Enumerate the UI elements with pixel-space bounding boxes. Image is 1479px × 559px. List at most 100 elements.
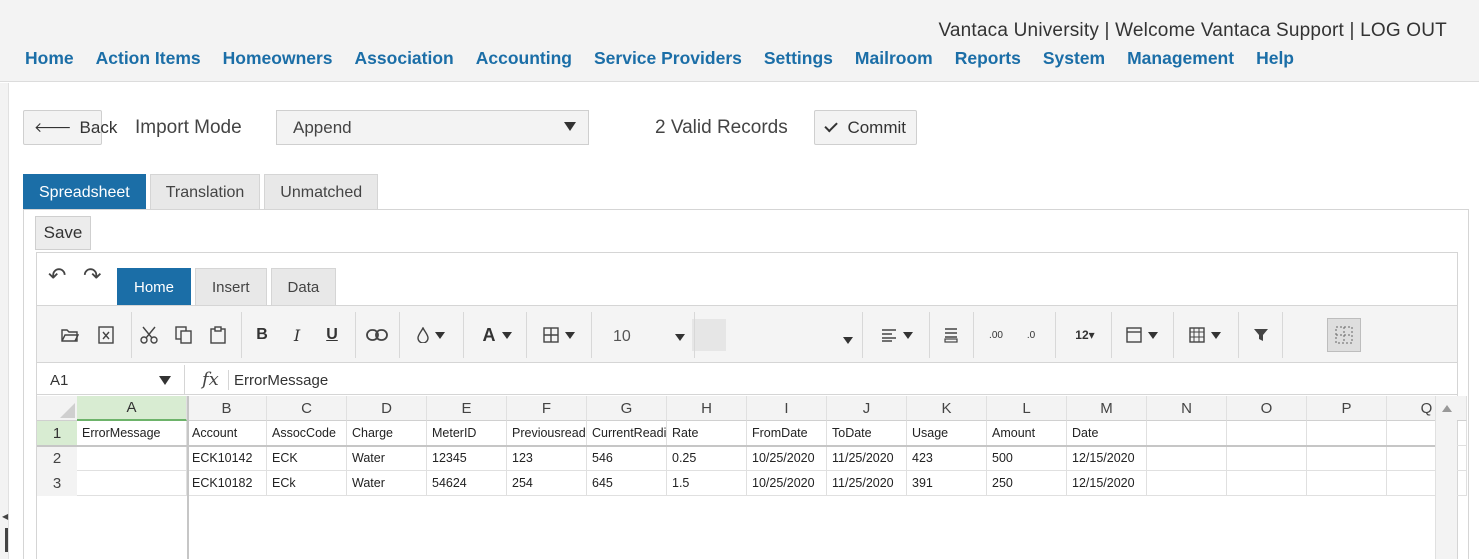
row-header-3[interactable]: 3: [37, 471, 77, 496]
gridlines-toggle-icon[interactable]: [1327, 318, 1361, 352]
cell-d3[interactable]: Water: [347, 471, 427, 496]
cell-m1[interactable]: Date: [1067, 421, 1147, 446]
nav-action-items[interactable]: Action Items: [85, 48, 212, 69]
font-size-dropdown-button[interactable]: [692, 319, 726, 351]
cell-m2[interactable]: 12/15/2020: [1067, 446, 1147, 471]
link-icon[interactable]: [364, 324, 390, 346]
cell-a2[interactable]: [77, 446, 187, 471]
cell-l1[interactable]: Amount: [987, 421, 1067, 446]
cell-p2[interactable]: [1307, 446, 1387, 471]
ribbon-tab-insert[interactable]: Insert: [195, 268, 267, 305]
cell-j3[interactable]: 11/25/2020: [827, 471, 907, 496]
cell-m3[interactable]: 12/15/2020: [1067, 471, 1147, 496]
cell-format-icon[interactable]: [1122, 324, 1162, 346]
cell-f3[interactable]: 254: [507, 471, 587, 496]
cell-reference-box[interactable]: A1: [50, 372, 68, 389]
function-icon[interactable]: fx: [202, 369, 219, 390]
paste-icon[interactable]: [207, 324, 229, 346]
nav-reports[interactable]: Reports: [944, 48, 1032, 69]
cell-n1[interactable]: [1147, 421, 1227, 446]
column-header-n[interactable]: N: [1147, 396, 1227, 421]
cell-p3[interactable]: [1307, 471, 1387, 496]
column-header-j[interactable]: J: [827, 396, 907, 421]
nav-homeowners[interactable]: Homeowners: [212, 48, 344, 69]
cell-e3[interactable]: 54624: [427, 471, 507, 496]
excel-export-icon[interactable]: [95, 324, 117, 346]
cell-h2[interactable]: 0.25: [667, 446, 747, 471]
cell-e1[interactable]: MeterID: [427, 421, 507, 446]
collapse-arrow-icon[interactable]: ◀: [2, 512, 8, 521]
cell-j2[interactable]: 11/25/2020: [827, 446, 907, 471]
cell-o2[interactable]: [1227, 446, 1307, 471]
fill-color-icon[interactable]: [411, 324, 451, 346]
scroll-up-icon[interactable]: [1442, 405, 1452, 412]
cell-g1[interactable]: CurrentReadir: [587, 421, 667, 446]
cell-l3[interactable]: 250: [987, 471, 1067, 496]
row-header-2[interactable]: 2: [37, 446, 77, 471]
wrap-text-icon[interactable]: [940, 324, 962, 346]
nav-accounting[interactable]: Accounting: [465, 48, 583, 69]
borders-icon[interactable]: [539, 324, 579, 346]
number-format-icon[interactable]: 12 ▾: [1067, 324, 1103, 346]
font-color-icon[interactable]: A: [477, 324, 517, 346]
cell-a3[interactable]: [77, 471, 187, 496]
ribbon-tab-data[interactable]: Data: [270, 268, 337, 305]
cell-n2[interactable]: [1147, 446, 1227, 471]
tab-translation[interactable]: Translation: [149, 174, 261, 210]
nav-home[interactable]: Home: [14, 48, 85, 69]
column-header-h[interactable]: H: [667, 396, 747, 421]
logout-link[interactable]: LOG OUT: [1360, 20, 1447, 41]
font-size-select[interactable]: 10: [607, 324, 697, 350]
column-header-p[interactable]: P: [1307, 396, 1387, 421]
nav-management[interactable]: Management: [1116, 48, 1245, 69]
copy-icon[interactable]: [173, 324, 195, 346]
cell-k1[interactable]: Usage: [907, 421, 987, 446]
italic-icon[interactable]: I: [286, 324, 308, 346]
column-header-d[interactable]: D: [347, 396, 427, 421]
cell-d2[interactable]: Water: [347, 446, 427, 471]
cell-k2[interactable]: 423: [907, 446, 987, 471]
cell-d1[interactable]: Charge: [347, 421, 427, 446]
nav-settings[interactable]: Settings: [753, 48, 844, 69]
align-icon[interactable]: [877, 324, 917, 346]
cell-j1[interactable]: ToDate: [827, 421, 907, 446]
spreadsheet-grid[interactable]: A B C D E F G H I J K L M N O P Q 1 ErrorMessage Account Ass…: [37, 396, 1467, 559]
column-header-m[interactable]: M: [1067, 396, 1147, 421]
filter-icon[interactable]: [1250, 324, 1272, 346]
cell-p1[interactable]: [1307, 421, 1387, 446]
column-header-o[interactable]: O: [1227, 396, 1307, 421]
back-button[interactable]: 🡐 Back: [23, 110, 117, 145]
cell-c1[interactable]: AssocCode: [267, 421, 347, 446]
cell-c2[interactable]: ECK: [267, 446, 347, 471]
column-header-e[interactable]: E: [427, 396, 507, 421]
cell-f1[interactable]: Previousreadi: [507, 421, 587, 446]
column-header-c[interactable]: C: [267, 396, 347, 421]
redo-icon[interactable]: ↷: [83, 263, 101, 289]
caret-down-icon[interactable]: [159, 376, 171, 385]
column-header-g[interactable]: G: [587, 396, 667, 421]
nav-help[interactable]: Help: [1245, 48, 1305, 69]
row-header-1[interactable]: 1: [37, 421, 77, 446]
column-header-f[interactable]: F: [507, 396, 587, 421]
merge-cells-icon[interactable]: [1185, 324, 1225, 346]
cell-b3[interactable]: ECK10182: [187, 471, 267, 496]
cell-g3[interactable]: 645: [587, 471, 667, 496]
cell-b2[interactable]: ECK10142: [187, 446, 267, 471]
cell-g2[interactable]: 546: [587, 446, 667, 471]
cell-n3[interactable]: [1147, 471, 1227, 496]
cell-e2[interactable]: 12345: [427, 446, 507, 471]
commit-button[interactable]: Commit: [814, 110, 917, 145]
cell-i3[interactable]: 10/25/2020: [747, 471, 827, 496]
ribbon-tab-home[interactable]: Home: [117, 268, 192, 305]
tab-unmatched[interactable]: Unmatched: [264, 174, 379, 210]
cell-i2[interactable]: 10/25/2020: [747, 446, 827, 471]
cell-o3[interactable]: [1227, 471, 1307, 496]
column-header-b[interactable]: B: [187, 396, 267, 421]
cell-o1[interactable]: [1227, 421, 1307, 446]
nav-association[interactable]: Association: [344, 48, 465, 69]
nav-mailroom[interactable]: Mailroom: [844, 48, 944, 69]
underline-icon[interactable]: U: [321, 324, 343, 346]
cell-i1[interactable]: FromDate: [747, 421, 827, 446]
cell-b1[interactable]: Account: [187, 421, 267, 446]
formula-input[interactable]: ErrorMessage: [234, 372, 328, 389]
